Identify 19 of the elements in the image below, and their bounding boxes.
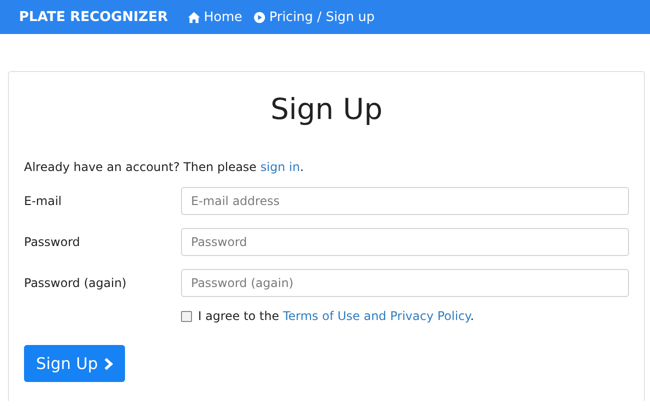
brand-logo[interactable]: PLATE RECOGNIZER xyxy=(19,9,168,25)
chevron-right-icon xyxy=(104,358,113,370)
home-icon xyxy=(188,12,200,22)
terms-link[interactable]: Terms of Use and Privacy Policy xyxy=(282,309,470,323)
agreement-text: I agree to the Terms of Use and Privacy Policy. xyxy=(198,309,474,323)
sign-up-button[interactable]: Sign Up xyxy=(24,345,125,382)
input-field[interactable]: Password (again) xyxy=(181,269,629,297)
nav-link[interactable]: Pricing / Sign up xyxy=(254,10,375,24)
field-label: E-mail xyxy=(24,194,63,208)
nav-link[interactable]: Home xyxy=(188,10,242,24)
input-field[interactable]: E-mail address xyxy=(181,187,629,215)
field-label: Password xyxy=(24,235,82,249)
play-circle-icon xyxy=(254,12,266,22)
field-label: Password (again) xyxy=(24,276,128,290)
agree-checkbox[interactable] xyxy=(181,310,192,322)
page-title: Sign Up xyxy=(269,92,384,126)
sign-in-link[interactable]: sign in xyxy=(260,160,300,174)
signin-prompt: Already have an account? Then please sign in. xyxy=(24,160,305,174)
input-field[interactable]: Password xyxy=(181,228,629,256)
